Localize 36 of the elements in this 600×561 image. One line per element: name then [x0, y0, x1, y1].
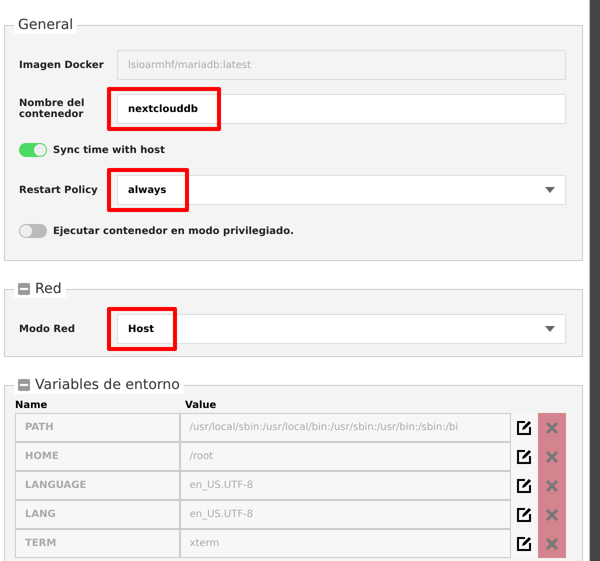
table-cell: xterm — [180, 529, 511, 558]
field-label: Restart Policy — [19, 184, 99, 196]
table-cell: TERM — [15, 529, 180, 558]
caret-icon — [545, 326, 555, 332]
table-cell: LANGUAGE — [15, 471, 180, 500]
scrollbar[interactable] — [589, 0, 600, 561]
field-label: Modo Red — [19, 324, 76, 334]
section-title: Red — [35, 280, 62, 298]
toggle-label: Ejecutar contenedor en modo privilegiado. — [53, 226, 294, 236]
toggle-switch[interactable] — [19, 224, 47, 238]
collapse-icon[interactable] — [18, 379, 30, 391]
cross-icon — [545, 420, 560, 434]
column-header: Name — [15, 400, 48, 413]
table-cell: HOME — [15, 442, 180, 471]
cross-icon — [545, 478, 560, 492]
table-cell: PATH — [15, 413, 180, 442]
cross-icon — [545, 450, 560, 464]
cross-icon — [545, 508, 560, 522]
section-title: General — [18, 16, 74, 34]
section-title: Variables de entorno — [35, 376, 180, 394]
caret-icon — [545, 187, 555, 193]
table-cell: /root — [180, 442, 511, 471]
field-label: Nombre del contenedor — [19, 98, 86, 120]
input-field[interactable]: nextclouddb — [117, 94, 566, 124]
dropdown[interactable]: always — [117, 175, 566, 205]
toggle-label: Sync time with host — [53, 144, 165, 156]
table-cell: LANG — [15, 500, 180, 529]
toggle-switch[interactable] — [19, 143, 47, 157]
collapse-icon[interactable] — [18, 283, 30, 295]
table-cell: en_US.UTF-8 — [180, 500, 511, 529]
dropdown[interactable]: Host — [117, 314, 566, 344]
field-label: Imagen Docker — [19, 60, 105, 70]
column-header: Value — [185, 400, 216, 413]
table-cell: en_US.UTF-8 — [180, 471, 511, 500]
table-cell: /usr/local/sbin:/usr/local/bin:/usr/sbin:/usr/bin:/sbin:/bi — [180, 413, 511, 442]
cross-icon — [545, 536, 560, 550]
